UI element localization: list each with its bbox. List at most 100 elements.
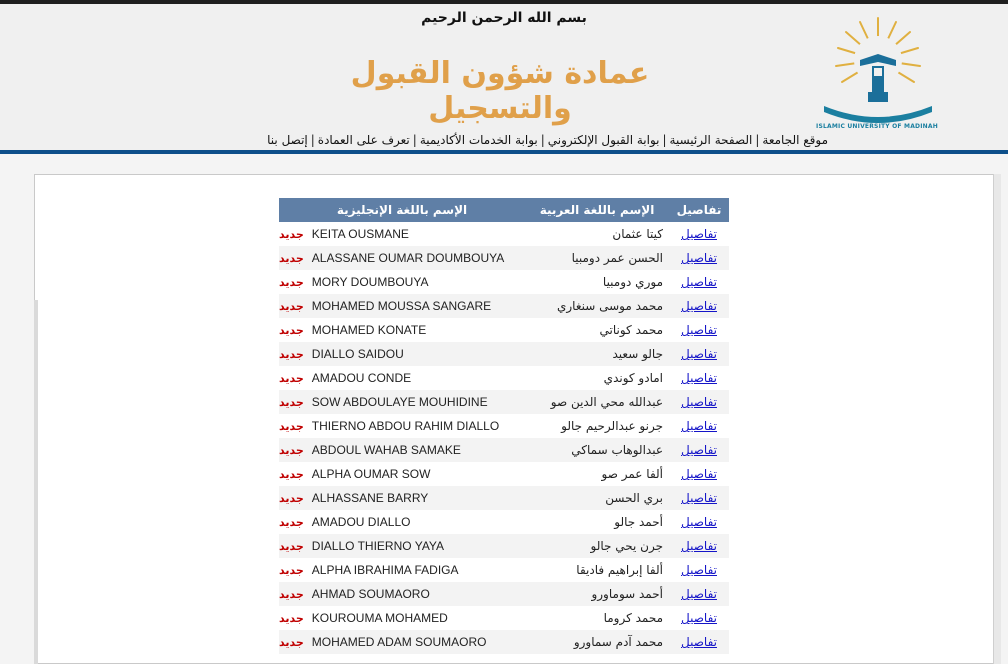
arabic-name-cell: الحسن عمر دومبيا [525, 246, 669, 270]
arabic-name-cell: موري دومبيا [525, 270, 669, 294]
english-name: MOHAMED MOUSSA SANGARE [311, 299, 492, 313]
new-badge: جديد [279, 396, 304, 409]
table-row: تفاصيل محمد كروما جديد KOUROUMA MOHAMED [279, 606, 729, 630]
arabic-name-cell: جالو سعيد [525, 342, 669, 366]
new-badge: جديد [279, 564, 304, 577]
table-row: تفاصيل الحسن عمر دومبيا جديد ALASSANE OUMAR… [279, 246, 729, 270]
details-link[interactable]: تفاصيل [681, 395, 717, 409]
table-row: تفاصيل كيتا عثمان جديد KEITA OUSMANE [279, 222, 729, 246]
details-cell: تفاصيل [669, 390, 729, 414]
english-name: ABDOUL WAHAB SAMAKE [311, 443, 461, 457]
nav-academic-services[interactable]: بوابة الخدمات الأكاديمية [420, 133, 538, 147]
english-name: MOHAMED ADAM SOUMAORO [311, 635, 487, 649]
details-cell: تفاصيل [669, 486, 729, 510]
english-name: KEITA OUSMANE [311, 227, 409, 241]
nav-university-site[interactable]: موقع الجامعة [762, 133, 828, 147]
new-badge: جديد [279, 276, 304, 289]
details-cell: تفاصيل [669, 462, 729, 486]
new-badge: جديد [279, 468, 304, 481]
english-name: ALASSANE OUMAR DOUMBOUYA [311, 251, 505, 265]
details-link[interactable]: تفاصيل [681, 371, 717, 385]
table-body: تفاصيل كيتا عثمان جديد KEITA OUSMANE تفاصيل ا… [279, 222, 729, 654]
english-name: AHMAD SOUMAORO [311, 587, 430, 601]
english-name: SOW ABDOULAYE MOUHIDINE [311, 395, 488, 409]
english-name-cell: جديد ALPHA IBRAHIMA FADIGA [279, 558, 525, 582]
arabic-name-cell: بري الحسن [525, 486, 669, 510]
details-link[interactable]: تفاصيل [681, 635, 717, 649]
arabic-name-cell: محمد آدم سماورو [525, 630, 669, 654]
details-link[interactable]: تفاصيل [681, 467, 717, 481]
english-name: MORY DOUMBOUYA [311, 275, 429, 289]
new-badge: جديد [279, 444, 304, 457]
english-name-cell: جديد ABDOUL WAHAB SAMAKE [279, 438, 525, 462]
new-badge: جديد [279, 612, 304, 625]
details-link[interactable]: تفاصيل [681, 515, 717, 529]
table-row: تفاصيل أحمد جالو جديد AMADOU DIALLO [279, 510, 729, 534]
table-header-row: تفاصيل الإسم باللغة العربية الإسم باللغة… [279, 198, 729, 222]
nav-home[interactable]: الصفحة الرئيسية [670, 133, 753, 147]
english-name: AMADOU DIALLO [311, 515, 411, 529]
nav-contact-us[interactable]: إتصل بنا [267, 133, 308, 147]
details-link[interactable]: تفاصيل [681, 563, 717, 577]
arabic-name-cell: أحمد جالو [525, 510, 669, 534]
arabic-name-cell: محمد كوناتي [525, 318, 669, 342]
details-link[interactable]: تفاصيل [681, 275, 717, 289]
table-row: تفاصيل جرن يحي جالو جديد DIALLO THIERNO YAY… [279, 534, 729, 558]
arabic-name-cell: ألفا عمر صو [525, 462, 669, 486]
new-badge: جديد [279, 252, 304, 265]
english-name-cell: جديد DIALLO SAIDOU [279, 342, 525, 366]
details-link[interactable]: تفاصيل [681, 539, 717, 553]
details-link[interactable]: تفاصيل [681, 419, 717, 433]
english-name: ALHASSANE BARRY [311, 491, 429, 505]
english-name: DIALLO SAIDOU [311, 347, 404, 361]
arabic-name-cell: كيتا عثمان [525, 222, 669, 246]
details-link[interactable]: تفاصيل [681, 251, 717, 265]
new-badge: جديد [279, 588, 304, 601]
details-cell: تفاصيل [669, 222, 729, 246]
details-link[interactable]: تفاصيل [681, 491, 717, 505]
nav-separator: | [310, 133, 315, 147]
arabic-name-cell: امادو كوندي [525, 366, 669, 390]
details-link[interactable]: تفاصيل [681, 323, 717, 337]
english-name-cell: جديد SOW ABDOULAYE MOUHIDINE [279, 390, 525, 414]
arabic-name-cell: جرنو عبدالرحيم جالو [525, 414, 669, 438]
details-link[interactable]: تفاصيل [681, 347, 717, 361]
details-cell: تفاصيل [669, 366, 729, 390]
table-row: تفاصيل جالو سعيد جديد DIALLO SAIDOU [279, 342, 729, 366]
arabic-name-cell: عبدالله محي الدين صو [525, 390, 669, 414]
new-badge: جديد [279, 420, 304, 433]
details-link[interactable]: تفاصيل [681, 611, 717, 625]
table-row: تفاصيل امادو كوندي جديد AMADOU CONDE [279, 366, 729, 390]
details-link[interactable]: تفاصيل [681, 587, 717, 601]
arabic-name-cell: عبدالوهاب سماكي [525, 438, 669, 462]
details-link[interactable]: تفاصيل [681, 299, 717, 313]
arabic-name-cell: محمد موسى سنغاري [525, 294, 669, 318]
table-row: تفاصيل محمد آدم سماورو جديد MOHAMED ADAM SO… [279, 630, 729, 654]
details-link[interactable]: تفاصيل [681, 227, 717, 241]
university-logo [824, 17, 932, 123]
new-badge: جديد [279, 228, 304, 241]
details-link[interactable]: تفاصيل [681, 443, 717, 457]
english-name: ALPHA OUMAR SOW [311, 467, 431, 481]
table-row: تفاصيل بري الحسن جديد ALHASSANE BARRY [279, 486, 729, 510]
accepted-students-table: تفاصيل الإسم باللغة العربية الإسم باللغة… [279, 198, 729, 654]
details-cell: تفاصيل [669, 318, 729, 342]
english-name-cell: جديد AMADOU DIALLO [279, 510, 525, 534]
nav-about-deanship[interactable]: تعرف على العمادة [318, 133, 410, 147]
details-cell: تفاصيل [669, 630, 729, 654]
vertical-scrollbar[interactable] [993, 174, 1001, 664]
english-name: DIALLO THIERNO YAYA [311, 539, 445, 553]
table-row: تفاصيل موري دومبيا جديد MORY DOUMBOUYA [279, 270, 729, 294]
english-name-cell: جديد AMADOU CONDE [279, 366, 525, 390]
english-name-cell: جديد MOHAMED ADAM SOUMAORO [279, 630, 525, 654]
table-row: تفاصيل عبدالله محي الدين صو جديد SOW ABDOUL… [279, 390, 729, 414]
nav-admission-portal[interactable]: بوابة القبول الإلكتروني [548, 133, 660, 147]
new-badge: جديد [279, 492, 304, 505]
details-cell: تفاصيل [669, 558, 729, 582]
panel-left-edge [34, 300, 38, 664]
english-name-cell: جديد AHMAD SOUMAORO [279, 582, 525, 606]
english-name-cell: جديد KOUROUMA MOHAMED [279, 606, 525, 630]
english-name-cell: جديد ALPHA OUMAR SOW [279, 462, 525, 486]
header-english-name: الإسم باللغة الإنجليزية [279, 198, 525, 222]
english-name-cell: جديد KEITA OUSMANE [279, 222, 525, 246]
